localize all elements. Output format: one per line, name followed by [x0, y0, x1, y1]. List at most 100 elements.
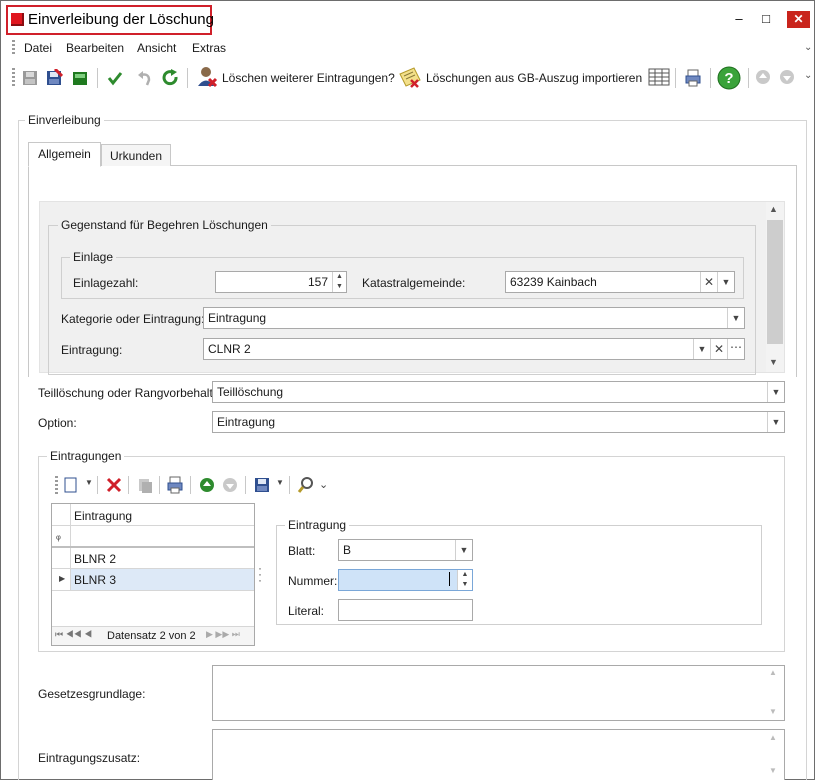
print-icon[interactable]: [684, 69, 702, 87]
table-cell: BLNR 2: [74, 552, 117, 566]
new-record-icon[interactable]: [64, 476, 78, 494]
blatt-label: Blatt:: [288, 544, 316, 558]
menu-extras[interactable]: Extras: [192, 41, 226, 55]
tab-urkunden[interactable]: Urkunden: [101, 144, 171, 166]
eintragungen-group-label: Eintragungen: [47, 449, 125, 463]
scroll-down-icon[interactable]: ▼: [769, 357, 778, 367]
toolbar-separator: [710, 68, 711, 88]
refresh-icon[interactable]: [162, 69, 180, 87]
blatt-dropdown-icon[interactable]: ▼: [455, 540, 472, 560]
scrollbar-thumb[interactable]: [767, 220, 783, 344]
nummer-label: Nummer:: [288, 574, 338, 588]
grid-toolbar-separator: [159, 476, 160, 494]
kategorie-select[interactable]: Eintragung: [203, 307, 745, 329]
table-icon[interactable]: [648, 67, 670, 87]
scroll-up-icon[interactable]: ▲: [769, 204, 778, 214]
table-row[interactable]: BLNR 2: [71, 548, 254, 569]
table-cell: BLNR 3: [74, 573, 117, 587]
eintragung-clear-icon[interactable]: ✕: [710, 339, 727, 359]
einverleibung-group-label: Einverleibung: [25, 113, 104, 127]
close-button[interactable]: ✕: [787, 11, 810, 28]
move-down-icon[interactable]: [222, 477, 238, 493]
nav-next-last-icons[interactable]: ▶ ▶▶ ⏭: [206, 629, 240, 640]
row-indicator-icon: ▶: [59, 574, 66, 583]
grid-toolbar-separator: [245, 476, 246, 494]
gesetzesgrundlage-textarea[interactable]: [212, 665, 785, 721]
delete-further-button[interactable]: Löschen weiterer Eintragungen?: [222, 71, 395, 85]
toolbar-separator: [675, 68, 676, 88]
user-delete-icon[interactable]: [196, 66, 218, 88]
minimize-button[interactable]: –: [728, 12, 750, 28]
export-icon[interactable]: [253, 476, 271, 494]
einlage-group-label: Einlage: [70, 250, 117, 264]
nummer-spinner[interactable]: ▲ ▼: [457, 570, 472, 590]
arrow-up-icon[interactable]: [755, 69, 771, 85]
tab-allgemein[interactable]: Allgemein: [28, 142, 101, 167]
literal-label: Literal:: [288, 604, 325, 618]
search-icon[interactable]: [297, 476, 315, 494]
toolbar-overflow-icon[interactable]: ⌄: [804, 70, 812, 81]
blatt-select[interactable]: B: [338, 539, 473, 561]
eintragung-dropdown-icon[interactable]: ▼: [693, 339, 710, 359]
option-label: Option:: [38, 416, 77, 430]
save-close-icon[interactable]: [45, 69, 63, 87]
help-icon[interactable]: ?: [717, 66, 741, 90]
grid-toolbar-separator: [190, 476, 191, 494]
grid-filter-cell[interactable]: [71, 526, 254, 546]
einlagezahl-spinner[interactable]: ▲ ▼: [332, 272, 346, 292]
grid-record-counter: Datensatz 2 von 2: [107, 630, 196, 642]
eintragungszusatz-textarea[interactable]: [212, 729, 785, 780]
teilloeschung-dropdown-icon[interactable]: ▼: [767, 382, 784, 402]
checkmark-icon[interactable]: [106, 69, 124, 87]
grid-toolbar-separator: [289, 476, 290, 494]
eintragungszusatz-label: Eintragungszusatz:: [38, 751, 141, 765]
gesetzesgrundlage-scroll-down-icon[interactable]: ▼: [769, 707, 777, 716]
menu-grip: [12, 40, 15, 56]
option-dropdown-icon[interactable]: ▼: [767, 412, 784, 432]
toolbar-separator: [187, 68, 188, 88]
menu-ansicht[interactable]: Ansicht: [137, 41, 176, 55]
grid-toolbar-separator: [97, 476, 98, 494]
eintragungszusatz-scroll-up-icon[interactable]: ▲: [769, 733, 777, 742]
delete-record-icon[interactable]: [105, 476, 123, 494]
grid-toolbar-separator: [128, 476, 129, 494]
menu-bearbeiten[interactable]: Bearbeiten: [66, 41, 124, 55]
move-up-icon[interactable]: [199, 477, 215, 493]
teilloeschung-select[interactable]: Teillöschung: [212, 381, 785, 403]
option-select[interactable]: Eintragung: [212, 411, 785, 433]
kategorie-label: Kategorie oder Eintragung:: [61, 312, 205, 326]
toolbar-separator: [97, 68, 98, 88]
katastralgemeinde-clear-icon[interactable]: ✕: [700, 272, 717, 292]
text-caret: [449, 572, 450, 586]
literal-input[interactable]: [338, 599, 473, 621]
maximize-button[interactable]: □: [755, 12, 777, 28]
grid-column-header[interactable]: Eintragung: [74, 509, 132, 523]
toolbar-separator: [748, 68, 749, 88]
import-button[interactable]: Löschungen aus GB-Auszug importieren: [426, 71, 642, 85]
arrow-down-icon[interactable]: [779, 69, 795, 85]
undo-icon[interactable]: [136, 69, 154, 87]
export-dropdown-icon[interactable]: ▼: [276, 478, 284, 487]
grid-print-icon[interactable]: [166, 476, 184, 494]
table-row-selected[interactable]: BLNR 3: [71, 569, 254, 590]
katastralgemeinde-dropdown-icon[interactable]: ▼: [717, 272, 734, 292]
new-record-dropdown-icon[interactable]: ▼: [85, 478, 93, 487]
nav-first-prev-icons[interactable]: ⏮ ◀◀ ◀: [55, 629, 92, 640]
copy-record-icon[interactable]: [136, 476, 154, 494]
gesetzesgrundlage-scroll-up-icon[interactable]: ▲: [769, 668, 777, 677]
splitter-handle-icon[interactable]: · · ·: [258, 562, 262, 586]
nummer-input[interactable]: [338, 569, 473, 591]
menu-datei[interactable]: Datei: [24, 41, 52, 55]
menu-overflow-icon[interactable]: ⌄: [804, 42, 812, 53]
green-square-icon[interactable]: [71, 69, 89, 87]
search-dropdown-icon[interactable]: ⌄: [319, 478, 328, 491]
window-title: Einverleibung der Löschung: [28, 11, 214, 28]
eintragung-browse-icon[interactable]: ⋯: [727, 339, 744, 359]
eintragung-combobox[interactable]: CLNR 2: [203, 338, 745, 360]
save-icon[interactable]: [21, 69, 39, 87]
eintragungszusatz-scroll-down-icon[interactable]: ▼: [769, 766, 777, 775]
filter-row-icon: ᵩ: [56, 530, 61, 542]
import-icon[interactable]: [398, 66, 422, 88]
einlagezahl-input[interactable]: 157: [215, 271, 347, 293]
kategorie-dropdown-icon[interactable]: ▼: [727, 308, 744, 328]
